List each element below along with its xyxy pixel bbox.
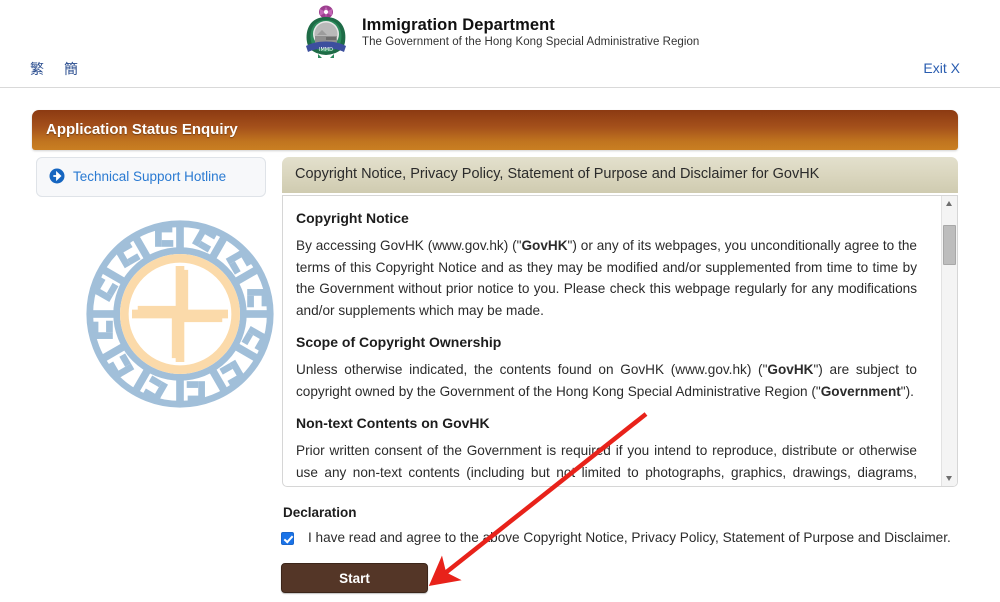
document-scrollbar[interactable] [941,196,957,486]
declaration-row[interactable]: I have read and agree to the above Copyr… [281,529,951,547]
scrollbar-thumb[interactable] [943,225,956,266]
brand-text: Immigration Department The Government of… [362,13,699,50]
svg-text:IMMD: IMMD [319,47,333,53]
technical-support-box: Technical Support Hotline [36,157,266,197]
declaration-agreement-label: I have read and agree to the above Copyr… [308,530,951,545]
technical-support-hotline-label: Technical Support Hotline [73,168,227,184]
section-heading-non-text-contents: Non-text Contents on GovHK [296,415,490,431]
scroll-down-arrow-icon[interactable] [942,470,957,486]
scroll-up-arrow-icon[interactable] [942,196,957,212]
language-switcher: 繁 簡 [30,59,78,79]
section-body-non-text-contents: Prior written consent of the Government … [296,443,917,480]
exit-link[interactable]: Exit X [923,60,960,76]
page-title: Application Status Enquiry [46,121,238,138]
organization-title: Immigration Department [362,15,555,34]
immigration-department-crest-icon: IMMD [306,5,346,58]
declaration-checkbox[interactable] [281,532,294,545]
organization-subtitle: The Government of the Hong Kong Special … [362,35,700,48]
greek-key-circle-emblem-icon [86,220,274,408]
section-body-copyright-notice: By accessing GovHK (www.gov.hk) ("GovHK"… [296,238,917,318]
section-heading-copyright-notice: Copyright Notice [296,210,409,226]
page-header: IMMD Immigration Department The Governme… [0,0,1000,88]
section-body-scope-of-copyright-ownership: Unless otherwise indicated, the contents… [296,362,917,399]
section-heading-scope-of-copyright-ownership: Scope of Copyright Ownership [296,334,502,350]
copyright-notice-scroll-region[interactable]: Copyright Notice By accessing GovHK (www… [282,195,958,487]
brand: IMMD Immigration Department The Governme… [300,4,699,58]
lang-traditional-chinese[interactable]: 繁 [30,59,44,79]
copyright-notice-content: Copyright Notice By accessing GovHK (www… [283,196,931,486]
document-panel-title: Copyright Notice, Privacy Policy, Statem… [295,166,820,182]
arrow-right-circle-icon [49,168,65,184]
declaration-heading: Declaration [283,505,357,520]
document-panel-header: Copyright Notice, Privacy Policy, Statem… [282,157,958,193]
lang-simplified-chinese[interactable]: 簡 [64,59,78,79]
technical-support-hotline-link[interactable]: Technical Support Hotline [49,168,226,184]
start-button[interactable]: Start [281,563,428,593]
application-title-bar: Application Status Enquiry [32,110,958,150]
